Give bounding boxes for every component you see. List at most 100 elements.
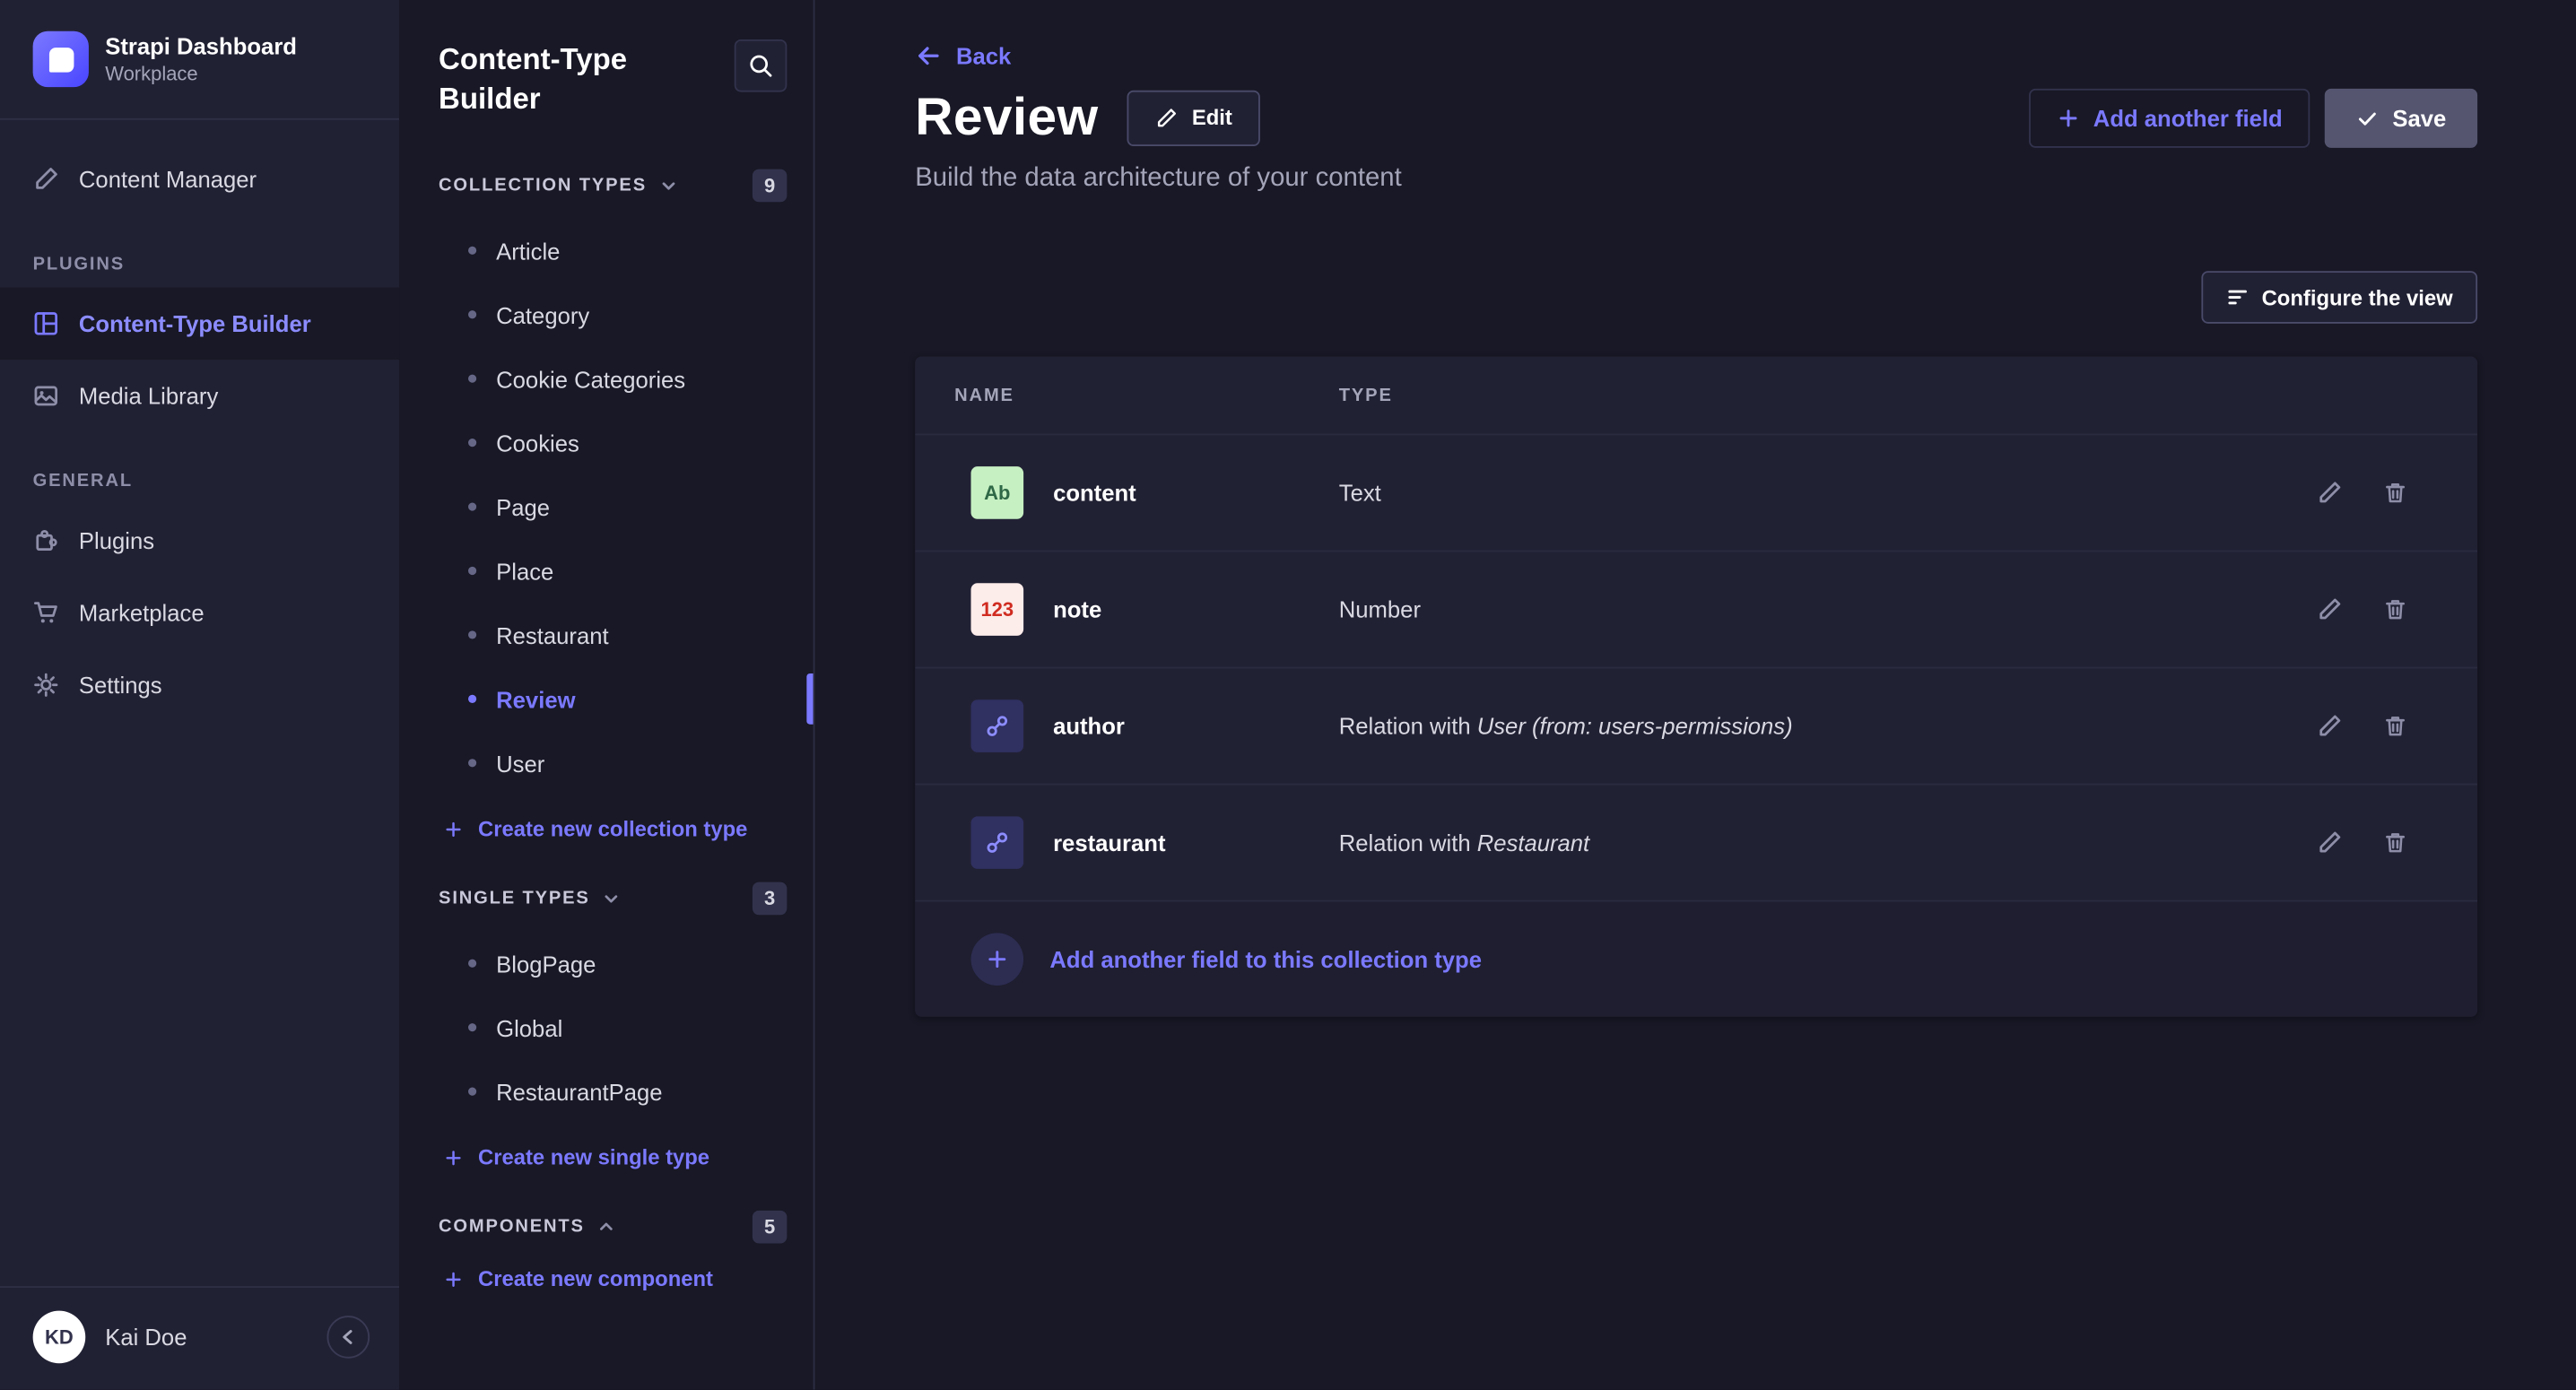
save-button[interactable]: Save [2325,88,2477,147]
strapi-logo-mark [48,47,73,71]
sidebar-item-plugins[interactable]: Plugins [0,504,399,577]
column-header-type: TYPE [1339,386,1393,405]
plus-icon [2058,106,2081,129]
add-field-to-collection-button[interactable]: Add another field to this collection typ… [915,902,2477,1017]
subnav-item-label: Place [496,558,553,584]
add-another-field-label: Add another field [2093,104,2283,130]
field-type: Text [1339,480,2313,506]
table-row: Ab content Text [915,435,2477,552]
trash-icon [2382,480,2408,506]
image-icon [33,383,59,409]
subnav-item-global[interactable]: Global [399,995,814,1059]
field-name: content [1053,480,1339,506]
edit-button-label: Edit [1192,105,1232,129]
puzzle-icon [33,527,59,553]
delete-field-button[interactable] [2379,476,2412,509]
create-link-label: Create new component [478,1266,713,1290]
subnav-item-cookie-categories[interactable]: Cookie Categories [399,346,814,410]
arrow-left-icon [915,43,941,69]
column-header-name: NAME [954,386,1339,405]
link-icon [984,830,1010,856]
layout-grid-icon [33,310,59,336]
sidebar-item-content-manager[interactable]: Content Manager [0,143,399,215]
sidebar-item-content-type-builder[interactable]: Content-Type Builder [0,288,399,361]
collection-types-count-badge: 9 [753,169,787,203]
relation-field-badge [970,816,1023,869]
sidebar-item-label: Content-Type Builder [79,310,311,336]
pen-icon [33,166,59,192]
sidebar-item-label: Settings [79,672,162,698]
edit-button[interactable]: Edit [1127,90,1260,145]
single-types-count-badge: 3 [753,882,787,916]
edit-field-button[interactable] [2313,826,2346,859]
collapse-sidebar-button[interactable] [326,1316,370,1359]
field-name: restaurant [1053,830,1339,856]
bullet [468,1023,476,1031]
chevron-left-icon [336,1325,360,1349]
components-section-header[interactable]: COMPONENTS 5 [399,1209,814,1245]
add-another-field-button[interactable]: Add another field [2029,88,2310,147]
bullet [468,502,476,510]
subnav-item-label: Review [496,686,575,712]
gear-icon [33,672,59,698]
subnav-item-blogpage[interactable]: BlogPage [399,932,814,995]
subnav-item-article[interactable]: Article [399,219,814,282]
bullet [468,695,476,703]
sidebar-item-label: Plugins [79,527,154,553]
create-new-collection-type-link[interactable]: Create new collection type [399,816,814,840]
collection-types-section-header[interactable]: COLLECTION TYPES 9 [399,168,814,204]
collection-types-list: Article Category Cookie Categories Cooki… [399,219,814,795]
filter-lines-icon [2225,286,2249,309]
search-button[interactable] [735,39,788,92]
subnav-item-label: BlogPage [496,951,596,977]
bullet [468,439,476,447]
delete-field-button[interactable] [2379,709,2412,743]
plus-circle-icon [970,933,1023,986]
delete-field-button[interactable] [2379,593,2412,626]
create-new-single-type-link[interactable]: Create new single type [399,1145,814,1169]
subnav-item-label: Article [496,238,560,264]
subnav-item-place[interactable]: Place [399,539,814,603]
trash-icon [2382,830,2408,856]
sidebar-item-settings[interactable]: Settings [0,648,399,721]
subnav-item-review[interactable]: Review [399,667,814,731]
bullet [468,960,476,968]
subnav-item-restaurantpage[interactable]: RestaurantPage [399,1059,814,1123]
subnav-item-category[interactable]: Category [399,282,814,346]
create-new-component-link[interactable]: Create new component [399,1266,814,1290]
bullet [468,1088,476,1096]
text-field-badge: Ab [970,466,1023,519]
app-window: Strapi Dashboard Workplace Content Manag… [0,0,2576,1390]
sidebar-item-media-library[interactable]: Media Library [0,360,399,432]
components-count-badge: 5 [753,1211,787,1244]
sidebar-footer: KD Kai Doe [0,1286,399,1389]
bullet [468,375,476,383]
pencil-icon [2317,713,2343,739]
subnav-item-user[interactable]: User [399,731,814,795]
field-type: Number [1339,596,2313,622]
edit-field-button[interactable] [2313,476,2346,509]
page-title: Review [915,87,1098,148]
single-types-section-header[interactable]: SINGLE TYPES 3 [399,881,814,917]
subnav-item-label: Page [496,493,550,519]
subnav-item-page[interactable]: Page [399,474,814,538]
edit-field-button[interactable] [2313,709,2346,743]
subnav-item-label: Category [496,301,589,327]
pencil-icon [2317,480,2343,506]
edit-field-button[interactable] [2313,593,2346,626]
back-link[interactable]: Back [915,43,1011,69]
chevron-down-icon [602,889,622,908]
subnav-item-cookies[interactable]: Cookies [399,411,814,474]
section-label: COLLECTION TYPES [439,176,647,195]
subnav-title: Content-Type Builder [439,39,693,118]
field-type: Relation with User (from: users-permissi… [1339,713,2313,739]
delete-field-button[interactable] [2379,826,2412,859]
bullet [468,630,476,639]
sidebar-item-marketplace[interactable]: Marketplace [0,577,399,649]
relation-field-badge [970,699,1023,752]
configure-the-view-button[interactable]: Configure the view [2201,271,2477,324]
subnav-item-restaurant[interactable]: Restaurant [399,603,814,666]
brand-block: Strapi Dashboard Workplace [0,0,399,118]
field-name: author [1053,713,1339,739]
bullet [468,247,476,255]
